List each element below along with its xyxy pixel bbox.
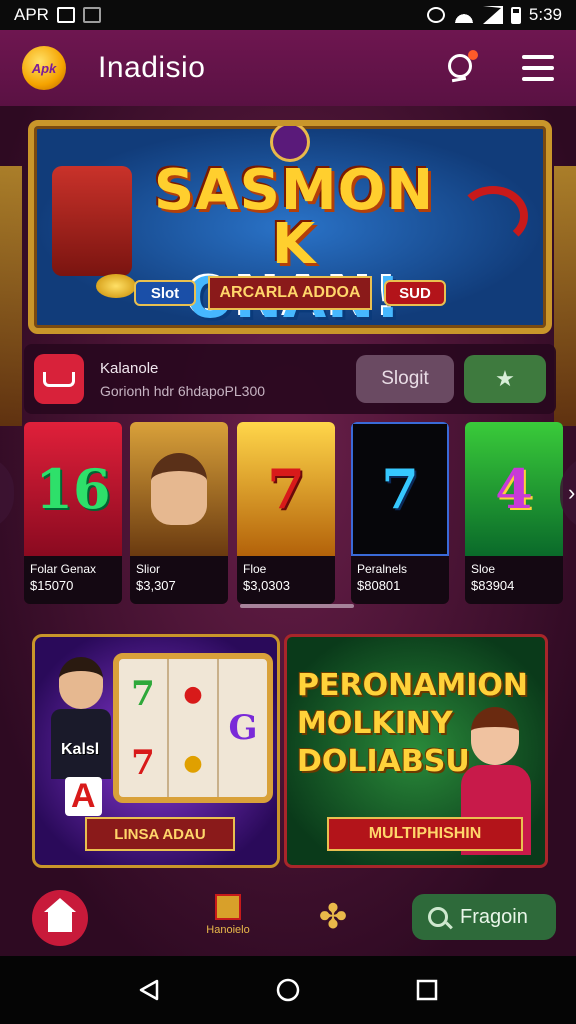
menu-icon[interactable]: [522, 55, 554, 81]
favorite-button[interactable]: ★: [464, 355, 546, 403]
nav-item-hanoielo[interactable]: Hanoielo: [196, 894, 260, 936]
info-title: Kalanole: [100, 359, 159, 377]
notification-icon: [56, 7, 75, 23]
carousel-prev-button[interactable]: [0, 456, 14, 530]
card-value: $80801: [357, 578, 401, 593]
game-card[interactable]: Slior $3,307: [130, 422, 228, 604]
app-title: Inadisio: [98, 51, 206, 84]
chevron-right-icon: ›: [568, 480, 576, 505]
status-bar: APR 5:39: [0, 0, 576, 30]
home-icon: [44, 898, 76, 932]
reel-symbol: G: [228, 708, 258, 748]
card-value: $3,307: [136, 578, 176, 593]
hero-title-line1: SASMON K: [153, 158, 435, 277]
back-icon[interactable]: [137, 978, 161, 1002]
cherry-icon: ●: [183, 680, 203, 707]
card-art: 4: [465, 422, 563, 556]
card-name: Peralnels: [357, 562, 408, 576]
hero-slot-button[interactable]: Slot: [134, 280, 196, 306]
hero-ribbon: ARCARLA ADDOA: [208, 276, 372, 310]
arrow-graphic: [458, 186, 528, 246]
reel-symbol: 7: [131, 673, 155, 714]
promo-left-badge: Kalsl: [61, 741, 100, 758]
card-name: Folar Genax: [30, 562, 97, 576]
promo-right-ribbon: MULTIPHISHIN: [327, 817, 523, 851]
slot-reels: 7 7 ● ● G: [113, 653, 273, 803]
card-name: Floe: [243, 562, 267, 576]
decoration-right: [554, 166, 576, 426]
app-logo[interactable]: Apk: [22, 46, 66, 90]
hero-sud-button[interactable]: SUD: [384, 280, 446, 306]
home-circle-icon[interactable]: [275, 977, 301, 1003]
notification-dot: [468, 50, 478, 60]
crest-emblem: [270, 126, 310, 162]
nfc-icon: [426, 7, 445, 23]
game-card[interactable]: 7 Floe $3,0303: [237, 422, 335, 604]
game-icon: [34, 354, 84, 404]
game-cards-row: 16 Folar Genax $15070 Slior $3,307 7 Flo…: [24, 422, 564, 608]
status-left-text: APR: [14, 5, 49, 24]
info-subtitle: Gorionh hdr 6hdapoPL300: [100, 382, 266, 399]
reel-symbol: 7: [131, 742, 155, 783]
game-card[interactable]: 16 Folar Genax $15070: [24, 422, 122, 604]
card-value: $3,0303: [243, 578, 290, 593]
app-header: Apk Inadisio: [0, 30, 576, 106]
signal-icon: [482, 6, 503, 24]
clover-icon[interactable]: ✤: [316, 900, 350, 934]
game-card[interactable]: 4 Sloe $83904: [465, 422, 563, 604]
bottom-nav: Hanoielo ✤ Fragoin: [0, 888, 576, 956]
game-card[interactable]: 7 Peralnels $80801: [351, 422, 449, 604]
promo-tile-left[interactable]: Kalsl A 7 7 ● ● G LINSA ADAU: [32, 634, 280, 868]
info-strip: Kalanole Gorionh hdr 6hdapoPL300 Slogit …: [24, 344, 556, 414]
system-navigation-bar: [0, 956, 576, 1024]
home-button[interactable]: [32, 890, 88, 946]
avatar: [151, 453, 207, 525]
promo-tile-right[interactable]: PERONAMION MOLKINY DOLIABSU MULTIPHISHIN: [284, 634, 548, 868]
slot-reel: 7 7: [119, 659, 169, 797]
slot-button[interactable]: Slogit: [356, 355, 454, 403]
card-name: Slior: [136, 562, 161, 576]
card-art: [130, 422, 228, 556]
recent-apps-icon[interactable]: [415, 978, 439, 1002]
card-value: $83904: [471, 578, 515, 593]
promo-left-ribbon: LINSA ADAU: [85, 817, 235, 851]
battery-icon: [510, 6, 521, 24]
search-icon: [428, 907, 448, 927]
card-art: 16: [24, 422, 122, 556]
character-image: [51, 657, 111, 787]
star-icon: ★: [495, 366, 515, 391]
image-icon: [82, 7, 101, 23]
promo-left-card: A: [65, 777, 102, 816]
status-time: 5:39: [528, 5, 562, 24]
card-art: 7: [237, 422, 335, 556]
document-icon: [215, 894, 241, 920]
nav-item-label: Hanoielo: [206, 924, 250, 936]
slot-reel: ● ●: [169, 659, 219, 797]
slot-reel: G: [219, 659, 267, 797]
card-name: Sloe: [471, 562, 496, 576]
wifi-icon: [452, 7, 475, 23]
search-button[interactable]: Fragoin: [412, 894, 556, 940]
search-icon[interactable]: [444, 50, 480, 86]
card-value: $15070: [30, 578, 74, 593]
treasure-chest-image: [52, 166, 132, 276]
carousel-scroll-indicator: [240, 604, 354, 608]
coin-icon: ●: [183, 749, 203, 776]
search-button-label: Fragoin: [460, 905, 528, 928]
main-content: SASMON K ONAN! Slot ARCARLA ADDOA SUD Ka…: [0, 106, 576, 956]
coins-image: [96, 274, 136, 298]
decoration-left: [0, 166, 22, 426]
card-art: 7: [351, 422, 449, 556]
hero-banner[interactable]: SASMON K ONAN! Slot ARCARLA ADDOA SUD: [28, 120, 552, 334]
